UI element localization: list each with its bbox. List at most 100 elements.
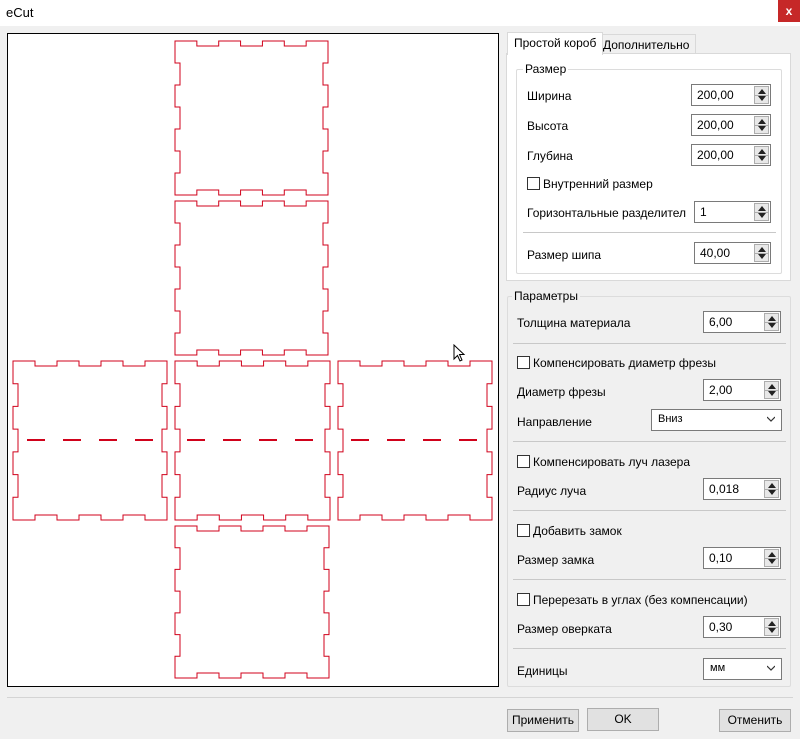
thickness-value: 6,00 xyxy=(709,315,733,329)
params-separator-3 xyxy=(513,510,786,511)
spin-down-icon[interactable] xyxy=(758,96,766,101)
spin-down-icon[interactable] xyxy=(758,213,766,218)
height-label: Высота xyxy=(527,119,569,133)
checkbox-box[interactable] xyxy=(517,593,530,606)
spin-down-icon[interactable] xyxy=(758,254,766,259)
height-value: 200,00 xyxy=(697,118,734,132)
spin-up-icon[interactable] xyxy=(768,316,776,321)
dialog-separator xyxy=(7,697,793,698)
params-separator-5 xyxy=(513,648,786,649)
checkbox-box[interactable] xyxy=(517,455,530,468)
cutter-diameter-value: 2,00 xyxy=(709,383,733,397)
spin-up-icon[interactable] xyxy=(758,247,766,252)
width-label: Ширина xyxy=(527,89,572,103)
direction-label: Направление xyxy=(517,415,592,429)
overcut-size-value: 0,30 xyxy=(709,620,733,634)
panel-front xyxy=(174,525,330,679)
add-lock-checkbox[interactable]: Добавить замок xyxy=(517,524,622,538)
depth-value: 200,00 xyxy=(697,148,734,162)
lock-size-label: Размер замка xyxy=(517,553,595,567)
lock-size-value: 0,10 xyxy=(709,551,733,565)
window-title: eCut xyxy=(6,5,34,20)
size-separator xyxy=(523,232,776,233)
size-group-title: Размер xyxy=(523,62,569,76)
spin-up-icon[interactable] xyxy=(768,621,776,626)
tab-simple-box-label: Простой короб xyxy=(514,36,597,50)
overcut-size-label: Размер оверката xyxy=(517,622,612,636)
tenon-size-spinbox[interactable]: 40,00 xyxy=(694,242,771,264)
spin-down-icon[interactable] xyxy=(768,323,776,328)
apply-button[interactable]: Применить xyxy=(507,709,579,732)
tab-simple-box[interactable]: Простой короб xyxy=(507,32,604,55)
cutter-spin-arrows[interactable] xyxy=(764,381,779,399)
compensate-cutter-label: Компенсировать диаметр фрезы xyxy=(533,356,716,370)
spin-down-icon[interactable] xyxy=(768,490,776,495)
add-lock-label: Добавить замок xyxy=(533,524,622,538)
cancel-button[interactable]: Отменить xyxy=(719,709,791,732)
cutter-diameter-spinbox[interactable]: 2,00 xyxy=(703,379,781,401)
cutter-diameter-label: Диаметр фрезы xyxy=(517,385,606,399)
spin-down-icon[interactable] xyxy=(758,156,766,161)
spin-down-icon[interactable] xyxy=(768,628,776,633)
depth-spinbox[interactable]: 200,00 xyxy=(691,144,771,166)
depth-label: Глубина xyxy=(527,149,573,163)
height-spinbox[interactable]: 200,00 xyxy=(691,114,771,136)
inner-size-label: Внутренний размер xyxy=(543,177,653,191)
ok-button[interactable]: OK xyxy=(587,708,659,731)
overcut-corners-label: Перерезать в углах (без компенсации) xyxy=(533,593,748,607)
checkbox-box[interactable] xyxy=(517,356,530,369)
thickness-label: Толщина материала xyxy=(517,316,631,330)
overcut-corners-checkbox[interactable]: Перерезать в углах (без компенсации) xyxy=(517,593,748,607)
beam-radius-spinbox[interactable]: 0,018 xyxy=(703,478,781,500)
overcut-spin-arrows[interactable] xyxy=(764,618,779,636)
compensate-laser-checkbox[interactable]: Компенсировать луч лазера xyxy=(517,455,690,469)
spin-up-icon[interactable] xyxy=(758,206,766,211)
direction-value: Вниз xyxy=(658,413,683,425)
width-spin-arrows[interactable] xyxy=(754,86,769,104)
spin-up-icon[interactable] xyxy=(758,149,766,154)
chevron-down-icon xyxy=(767,665,775,671)
spin-down-icon[interactable] xyxy=(758,126,766,131)
thickness-spin-arrows[interactable] xyxy=(764,313,779,331)
units-value: мм xyxy=(710,662,726,674)
lock-size-spinbox[interactable]: 0,10 xyxy=(703,547,781,569)
spin-up-icon[interactable] xyxy=(758,89,766,94)
beam-spin-arrows[interactable] xyxy=(764,480,779,498)
checkbox-box[interactable] xyxy=(527,177,540,190)
width-value: 200,00 xyxy=(697,88,734,102)
dividers-spin-arrows[interactable] xyxy=(754,203,769,221)
checkbox-box[interactable] xyxy=(517,524,530,537)
compensate-cutter-checkbox[interactable]: Компенсировать диаметр фрезы xyxy=(517,356,716,370)
panel-top xyxy=(174,40,329,196)
spin-up-icon[interactable] xyxy=(768,552,776,557)
overcut-size-spinbox[interactable]: 0,30 xyxy=(703,616,781,638)
beam-radius-value: 0,018 xyxy=(709,482,740,496)
units-select[interactable]: мм xyxy=(703,658,782,680)
tab-advanced-label: Дополнительно xyxy=(603,38,690,52)
spin-up-icon[interactable] xyxy=(768,384,776,389)
tenon-size-value: 40,00 xyxy=(700,246,731,260)
units-label: Единицы xyxy=(517,664,568,678)
compensate-laser-label: Компенсировать луч лазера xyxy=(533,455,691,469)
inner-size-checkbox[interactable]: Внутренний размер xyxy=(527,177,653,191)
tenon-spin-arrows[interactable] xyxy=(754,244,769,262)
spin-down-icon[interactable] xyxy=(768,391,776,396)
height-spin-arrows[interactable] xyxy=(754,116,769,134)
spin-up-icon[interactable] xyxy=(758,119,766,124)
lock-spin-arrows[interactable] xyxy=(764,549,779,567)
panel-back xyxy=(174,200,329,356)
width-spinbox[interactable]: 200,00 xyxy=(691,84,771,106)
depth-spin-arrows[interactable] xyxy=(754,146,769,164)
thickness-spinbox[interactable]: 6,00 xyxy=(703,311,781,333)
mouse-cursor-icon xyxy=(453,344,466,362)
title-bar: eCut x xyxy=(0,0,800,26)
params-group-title: Параметры xyxy=(512,289,580,303)
spin-up-icon[interactable] xyxy=(768,483,776,488)
spin-down-icon[interactable] xyxy=(768,559,776,564)
direction-select[interactable]: Вниз xyxy=(651,409,782,431)
params-separator-4 xyxy=(513,579,786,580)
dividers-spinbox[interactable]: 1 xyxy=(694,201,771,223)
params-separator-2 xyxy=(513,441,786,442)
tab-advanced[interactable]: Дополнительно xyxy=(596,34,697,55)
close-button[interactable]: x xyxy=(778,0,800,22)
